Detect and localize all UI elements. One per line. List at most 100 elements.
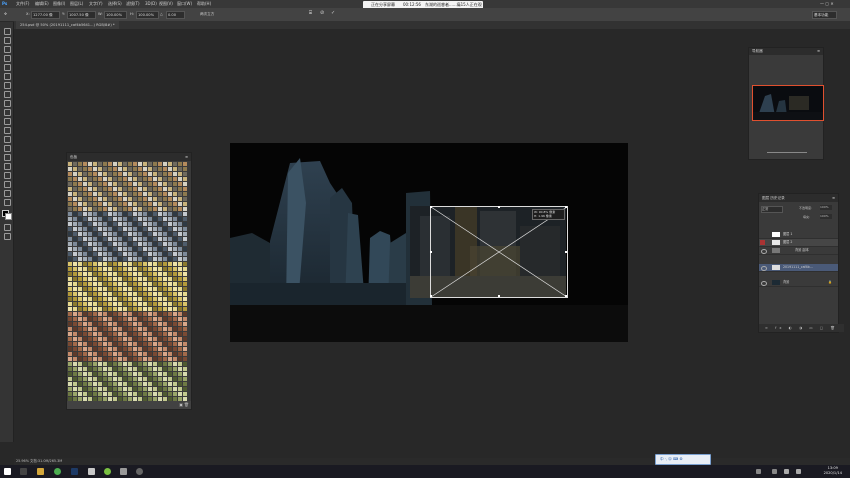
swatch-cell[interactable]: [153, 252, 157, 256]
swatch-cell[interactable]: [113, 307, 117, 311]
menu-item-help[interactable]: 帮助(H): [197, 1, 211, 7]
swatch-cell[interactable]: [88, 332, 92, 336]
swatch-cell[interactable]: [168, 307, 172, 311]
swatch-cell[interactable]: [118, 307, 122, 311]
swatch-cell[interactable]: [148, 257, 152, 261]
swatch-cell[interactable]: [183, 272, 187, 276]
swatch-cell[interactable]: [88, 387, 92, 391]
swatch-cell[interactable]: [123, 307, 127, 311]
swatch-cell[interactable]: [143, 202, 147, 206]
swatch-cell[interactable]: [78, 227, 82, 231]
swatch-cell[interactable]: [133, 217, 137, 221]
swatch-cell[interactable]: [78, 167, 82, 171]
swatch-cell[interactable]: [158, 202, 162, 206]
swatch-cell[interactable]: [178, 312, 182, 316]
swatch-cell[interactable]: [113, 347, 117, 351]
swatch-cell[interactable]: [93, 352, 97, 356]
swatch-cell[interactable]: [138, 362, 142, 366]
swatch-cell[interactable]: [108, 177, 112, 181]
swatch-cell[interactable]: [93, 377, 97, 381]
swatch-cell[interactable]: [113, 242, 117, 246]
swatch-cell[interactable]: [88, 247, 92, 251]
swatch-cell[interactable]: [118, 312, 122, 316]
swatch-cell[interactable]: [158, 357, 162, 361]
swatch-cell[interactable]: [98, 267, 102, 271]
move-tool[interactable]: [4, 28, 11, 35]
swatch-cell[interactable]: [98, 287, 102, 291]
swatch-cell[interactable]: [98, 187, 102, 191]
start-icon[interactable]: [4, 468, 11, 475]
swatch-cell[interactable]: [133, 377, 137, 381]
search-icon[interactable]: [20, 468, 27, 475]
swatch-cell[interactable]: [138, 242, 142, 246]
swatch-cell[interactable]: [178, 167, 182, 171]
swatch-cell[interactable]: [78, 392, 82, 396]
swatch-cell[interactable]: [103, 177, 107, 181]
swatch-cell[interactable]: [138, 232, 142, 236]
swatch-cell[interactable]: [98, 227, 102, 231]
swatch-cell[interactable]: [68, 372, 72, 376]
swatch-cell[interactable]: [68, 197, 72, 201]
swatch-cell[interactable]: [183, 367, 187, 371]
swatch-cell[interactable]: [148, 252, 152, 256]
swatch-cell[interactable]: [78, 197, 82, 201]
swatch-cell[interactable]: [73, 182, 77, 186]
swatch-cell[interactable]: [128, 247, 132, 251]
swatch-cell[interactable]: [88, 242, 92, 246]
swatch-cell[interactable]: [123, 207, 127, 211]
swatch-cell[interactable]: [178, 247, 182, 251]
swatch-cell[interactable]: [133, 267, 137, 271]
swatch-cell[interactable]: [88, 292, 92, 296]
swatch-cell[interactable]: [93, 272, 97, 276]
swatch-cell[interactable]: [148, 377, 152, 381]
swatch-cell[interactable]: [103, 317, 107, 321]
swatch-cell[interactable]: [73, 267, 77, 271]
swatch-cell[interactable]: [68, 222, 72, 226]
system-clock[interactable]: 13:09 2020/1/14: [824, 466, 842, 476]
swatch-cell[interactable]: [143, 172, 147, 176]
swatch-cell[interactable]: [178, 257, 182, 261]
swatch-cell[interactable]: [108, 367, 112, 371]
swatch-cell[interactable]: [103, 202, 107, 206]
swatch-cell[interactable]: [168, 337, 172, 341]
swatch-cell[interactable]: [153, 232, 157, 236]
swatch-cell[interactable]: [73, 367, 77, 371]
swatch-cell[interactable]: [83, 377, 87, 381]
swatch-cell[interactable]: [133, 297, 137, 301]
swatch-cell[interactable]: [128, 177, 132, 181]
swatch-cell[interactable]: [163, 197, 167, 201]
swatch-cell[interactable]: [163, 277, 167, 281]
swatch-cell[interactable]: [153, 297, 157, 301]
swatch-cell[interactable]: [168, 347, 172, 351]
lasso-tool[interactable]: [4, 46, 11, 53]
swatch-cell[interactable]: [148, 202, 152, 206]
swatch-cell[interactable]: [118, 347, 122, 351]
swatch-cell[interactable]: [158, 267, 162, 271]
swatch-cell[interactable]: [158, 232, 162, 236]
swatch-cell[interactable]: [103, 212, 107, 216]
swatch-cell[interactable]: [128, 342, 132, 346]
swatch-cell[interactable]: [173, 292, 177, 296]
swatch-cell[interactable]: [123, 362, 127, 366]
swatch-cell[interactable]: [148, 232, 152, 236]
angle-field[interactable]: 0.00: [166, 11, 185, 19]
swatch-cell[interactable]: [88, 277, 92, 281]
swatch-cell[interactable]: [183, 377, 187, 381]
swatch-cell[interactable]: [113, 202, 117, 206]
swatch-cell[interactable]: [133, 332, 137, 336]
swatch-cell[interactable]: [153, 182, 157, 186]
menu-item-window[interactable]: 窗口(W): [177, 1, 192, 7]
swatch-cell[interactable]: [123, 187, 127, 191]
swatch-cell[interactable]: [98, 322, 102, 326]
swatch-cell[interactable]: [143, 182, 147, 186]
swatch-cell[interactable]: [123, 302, 127, 306]
swatch-cell[interactable]: [183, 317, 187, 321]
swatch-cell[interactable]: [108, 347, 112, 351]
swatch-cell[interactable]: [93, 267, 97, 271]
swatch-cell[interactable]: [83, 277, 87, 281]
swatch-cell[interactable]: [73, 257, 77, 261]
swatch-cell[interactable]: [113, 367, 117, 371]
swatch-cell[interactable]: [98, 347, 102, 351]
swatch-cell[interactable]: [183, 192, 187, 196]
swatch-cell[interactable]: [78, 367, 82, 371]
